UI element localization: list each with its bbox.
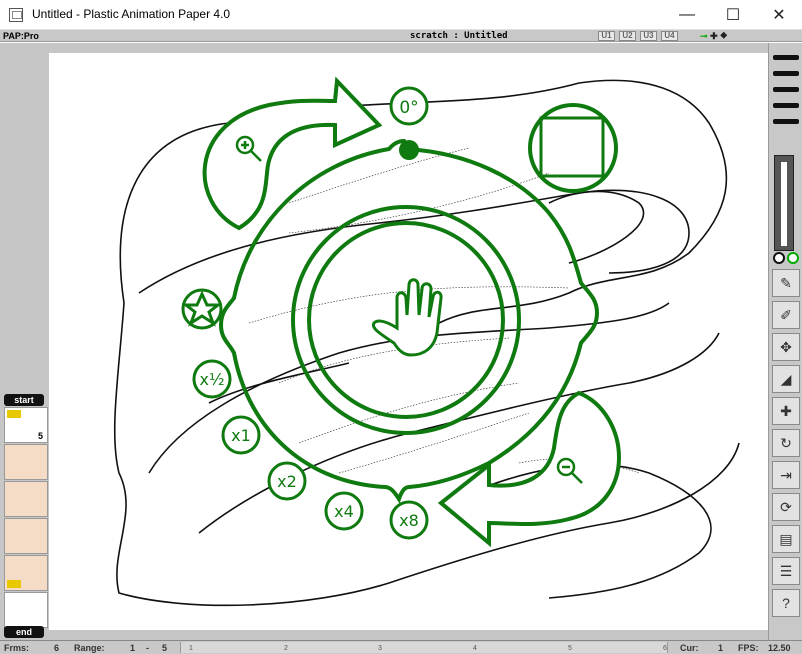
current-value: 1	[718, 643, 724, 653]
right-toolbar: ✎ ✐ ✥ ◢ ✚ ↻ ⇥ ⟳ ▤ ☰ ?	[768, 43, 802, 640]
loop-icon: ⟳	[780, 498, 792, 515]
light-table-icon: ◢	[780, 370, 792, 387]
work-area: 0° x½ x1 x2 x4 x8 start 5 end	[0, 43, 768, 640]
range-separator: -	[146, 643, 149, 653]
light-table-button[interactable]: ◢	[772, 365, 800, 393]
zoom-2x-label: x2	[277, 472, 297, 491]
frames-value: 6	[54, 643, 60, 653]
minimize-button[interactable]: —	[664, 0, 710, 30]
frame-thumbnail[interactable]	[4, 555, 48, 591]
key-icon[interactable]: ⊸	[700, 31, 708, 41]
rotate-button[interactable]: ↻	[772, 429, 800, 457]
step-forward-icon: ⇥	[780, 466, 792, 483]
pencil-size-3[interactable]	[773, 87, 799, 92]
frame-thumbnail[interactable]	[4, 592, 48, 628]
timeline-scrubber[interactable]: 1 2 3 4 5 6	[180, 642, 668, 653]
document-title: scratch : Untitled	[410, 31, 508, 41]
rotation-label: 0°	[399, 98, 418, 118]
add-frame-icon: ✚	[780, 402, 792, 419]
rotate-icon: ↻	[780, 434, 792, 451]
quick-tools[interactable]: ⊸ ✚ ⯁	[700, 30, 727, 42]
layers-icon: ☰	[779, 562, 793, 579]
slider-fill	[781, 162, 787, 246]
opacity-slider[interactable]	[774, 155, 794, 251]
user-button-2[interactable]: U2	[619, 31, 636, 41]
start-marker[interactable]: start	[4, 394, 44, 406]
help-button[interactable]: ?	[772, 589, 800, 617]
current-frame-number: 5	[37, 431, 43, 441]
range-start[interactable]: 1	[130, 642, 135, 654]
fit-frame-icon[interactable]	[528, 103, 618, 193]
rotation-handle[interactable]	[399, 140, 419, 160]
range-label: Range:	[74, 643, 105, 653]
frames-label: Frms:	[4, 643, 30, 653]
current-label: Cur:	[680, 643, 699, 653]
pencil-size-2[interactable]	[773, 71, 799, 76]
star-icon[interactable]	[181, 288, 223, 330]
window-titlebar: Untitled - Plastic Animation Paper 4.0 —…	[0, 0, 802, 30]
user-button-1[interactable]: U1	[598, 31, 615, 41]
mode-radio-2[interactable]	[787, 252, 799, 264]
zoom-8x-label: x8	[399, 511, 419, 530]
keyframe-flag-icon	[7, 580, 21, 588]
window-title: Untitled - Plastic Animation Paper 4.0	[32, 7, 231, 21]
plus-icon[interactable]: ✚	[710, 31, 718, 41]
pencil-size-4[interactable]	[773, 103, 799, 108]
timeline-tick: 6	[663, 645, 667, 652]
frame-thumbnail[interactable]	[4, 481, 48, 517]
user-button-3[interactable]: U3	[640, 31, 657, 41]
drawing-canvas[interactable]: 0° x½ x1 x2 x4 x8	[49, 53, 768, 630]
eraser-tool-icon: ✐	[780, 306, 792, 323]
hand-icon[interactable]	[371, 278, 443, 357]
timeline-tick: 5	[568, 645, 572, 652]
fps-value[interactable]: 12.50	[768, 642, 791, 654]
zoom-4x-label: x4	[334, 502, 354, 521]
save-button[interactable]: ▤	[772, 525, 800, 553]
transform-tool-icon: ✥	[780, 338, 792, 355]
maximize-button[interactable]: ☐	[710, 0, 756, 30]
add-frame-button[interactable]: ✚	[772, 397, 800, 425]
zoom-in-arrow[interactable]	[202, 76, 383, 231]
pencil-size-5[interactable]	[773, 119, 799, 124]
timeline-tick: 3	[378, 645, 382, 652]
pencil-size-1[interactable]	[773, 55, 799, 60]
loop-button[interactable]: ⟳	[772, 493, 800, 521]
app-header-strip: PAP:Pro scratch : Untitled U1 U2 U3 U4 ⊸…	[0, 30, 802, 42]
transform-tool-button[interactable]: ✥	[772, 333, 800, 361]
status-bar: Frms: 6 Range: 1 - 5 1 2 3 4 5 6 Cur: 1 …	[0, 640, 802, 654]
zoom-1x-label: x1	[231, 426, 251, 445]
keyframe-flag-icon	[7, 410, 21, 418]
frame-thumbnail[interactable]	[4, 444, 48, 480]
layers-button[interactable]: ☰	[772, 557, 800, 585]
timeline-tick: 2	[284, 645, 288, 652]
timeline-tick: 4	[473, 645, 477, 652]
app-icon	[9, 8, 23, 22]
fps-label: FPS:	[738, 643, 759, 653]
eraser-tool-button[interactable]: ✐	[772, 301, 800, 329]
zoom-half-label: x½	[200, 370, 225, 389]
help-icon: ?	[782, 595, 790, 611]
close-button[interactable]: ✕	[756, 0, 802, 30]
frame-strip: start 5 end	[2, 394, 48, 638]
mode-radio-1[interactable]	[773, 252, 785, 264]
end-marker[interactable]: end	[4, 626, 44, 638]
frame-thumbnail[interactable]	[4, 518, 48, 554]
brand-label: PAP:Pro	[3, 31, 39, 41]
canvas-svg: 0° x½ x1 x2 x4 x8	[113, 76, 740, 607]
pin-icon[interactable]: ⯁	[720, 31, 727, 41]
brush-tool-icon: ✎	[780, 274, 792, 291]
brush-tool-button[interactable]: ✎	[772, 269, 800, 297]
timeline-tick: 1	[189, 645, 193, 652]
user-button-4[interactable]: U4	[661, 31, 678, 41]
save-icon: ▤	[779, 530, 793, 547]
frame-thumbnail[interactable]: 5	[4, 407, 48, 443]
step-forward-button[interactable]: ⇥	[772, 461, 800, 489]
range-end[interactable]: 5	[162, 642, 167, 654]
